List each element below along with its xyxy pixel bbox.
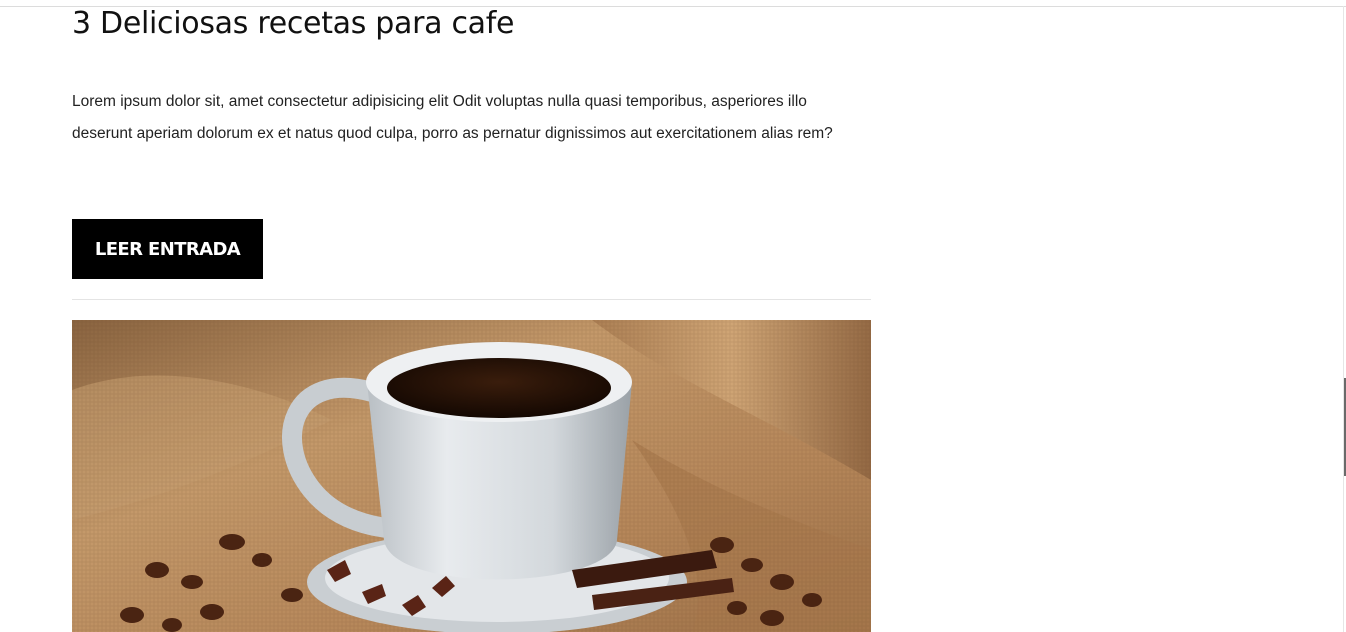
post-title[interactable]: 3 Deliciosas recetas para cafe <box>72 4 514 44</box>
right-edge-rule <box>1343 6 1344 632</box>
coffee-cup-photo[interactable] <box>72 320 871 632</box>
post-divider <box>72 299 871 300</box>
read-post-button[interactable]: LEER ENTRADA <box>72 219 263 279</box>
post-excerpt: Lorem ipsum dolor sit, amet consectetur … <box>72 93 833 142</box>
